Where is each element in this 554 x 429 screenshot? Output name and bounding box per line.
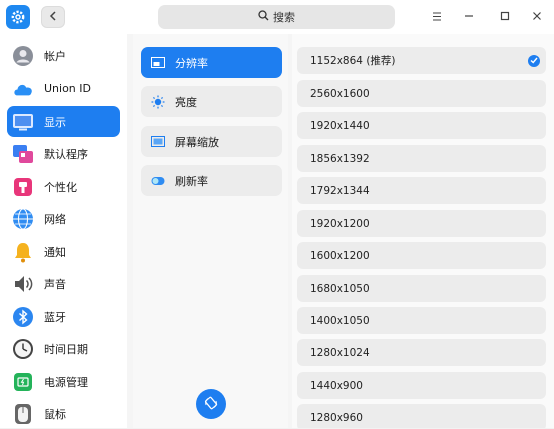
sidebar-item-label: 声音 [44,277,66,291]
bell-icon [12,241,34,263]
sidebar-item-date-time[interactable]: 时间日期 [7,333,120,364]
sidebar-item-notifications[interactable]: 通知 [7,236,120,267]
sidebar-item-personalization[interactable]: 个性化 [7,171,120,202]
tab-resolution[interactable]: 分辨率 [141,47,282,78]
sidebar-item-label: Union ID [44,82,91,95]
list-item[interactable]: 1920x1200 [297,210,546,237]
list-item[interactable]: 1856x1392 [297,145,546,172]
list-item[interactable]: 1440x900 [297,372,546,399]
list-item[interactable]: 1280x1024 [297,339,546,366]
tab-label: 刷新率 [175,174,208,188]
menu-button[interactable] [427,7,447,27]
sidebar-item-label: 鼠标 [44,407,66,421]
sidebar-item-label: 显示 [44,115,66,129]
refresh-rate-icon [151,175,165,187]
sidebar-item-label: 时间日期 [44,342,88,356]
rotate-icon [204,396,218,413]
list-item[interactable]: 1792x1344 [297,177,546,204]
title-bar: 搜索 [0,0,554,34]
resolution-label: 1680x1050 [310,282,370,295]
tab-refresh-rate[interactable]: 刷新率 [141,165,282,196]
list-item[interactable]: 1400x1050 [297,307,546,334]
bluetooth-icon [12,306,34,328]
resolution-icon [151,56,165,69]
sidebar-item-label: 电源管理 [44,375,88,389]
settings-window: 搜索 帐户 Union ID 显示 默认程序 个性化 网络 通知 声音 蓝牙 时… [0,0,554,428]
resolution-label: 1152x864 (推荐) [310,55,396,67]
resolution-label: 1920x1200 [310,217,370,230]
settings-gear-icon [6,5,30,29]
resolution-label: 1792x1344 [310,184,370,197]
tab-label: 分辨率 [175,56,208,70]
close-button[interactable] [527,7,547,27]
sidebar-item-bluetooth[interactable]: 蓝牙 [7,301,120,332]
chevron-left-icon [49,10,57,24]
tab-label: 亮度 [175,95,197,109]
tab-label: 屏幕缩放 [175,135,219,149]
resolution-label: 1600x1200 [310,249,370,262]
resolution-label: 1920x1440 [310,119,370,132]
list-item[interactable]: 1280x960 [297,404,546,428]
resolution-label: 1400x1050 [310,314,370,327]
resolution-list: 1152x864 (推荐) 2560x1600 1920x1440 1856x1… [292,34,554,428]
maximize-button[interactable] [495,7,515,27]
battery-icon [12,371,34,393]
list-item[interactable]: 1920x1440 [297,112,546,139]
tab-scaling[interactable]: 屏幕缩放 [141,126,282,157]
search-icon [258,10,269,24]
resolution-label: 1280x960 [310,411,363,424]
tab-brightness[interactable]: 亮度 [141,86,282,117]
clock-icon [12,338,34,360]
sidebar-item-label: 通知 [44,245,66,259]
sidebar-item-label: 网络 [44,212,66,226]
sidebar: 帐户 Union ID 显示 默认程序 个性化 网络 通知 声音 蓝牙 时间日期… [0,34,127,428]
resolution-label: 1280x1024 [310,346,370,359]
close-icon [532,11,542,24]
resolution-label: 2560x1600 [310,87,370,100]
sidebar-item-label: 默认程序 [44,147,88,161]
personalization-icon [12,176,34,198]
network-icon [12,208,34,230]
sidebar-item-label: 个性化 [44,180,77,194]
back-button[interactable] [41,6,65,28]
sidebar-item-default-apps[interactable]: 默认程序 [7,138,120,169]
list-item[interactable]: 1680x1050 [297,275,546,302]
sidebar-item-sound[interactable]: 声音 [7,268,120,299]
display-submenu: 分辨率 亮度 屏幕缩放 刷新率 [133,34,288,428]
mouse-icon [12,403,34,425]
list-item[interactable]: 1600x1200 [297,242,546,269]
list-item[interactable]: 2560x1600 [297,80,546,107]
checkmark-icon [528,54,540,67]
speaker-icon [12,273,34,295]
sidebar-item-label: 帐户 [44,49,66,63]
resolution-label: 1440x900 [310,379,363,392]
list-item[interactable]: 1152x864 (推荐) [297,47,546,74]
cloud-icon [12,78,34,100]
sidebar-item-union-id[interactable]: Union ID [7,73,120,104]
search-placeholder: 搜索 [273,11,295,24]
default-apps-icon [12,143,34,165]
brightness-icon [151,95,165,108]
sidebar-item-display[interactable]: 显示 [7,106,120,137]
rotate-screen-button[interactable] [196,389,226,419]
sidebar-item-power[interactable]: 电源管理 [7,366,120,397]
minimize-button[interactable] [459,7,479,27]
sidebar-item-account[interactable]: 帐户 [7,40,120,71]
search-input[interactable]: 搜索 [158,5,395,29]
account-icon [12,45,34,67]
menu-icon [432,11,442,24]
display-icon [12,111,34,133]
sidebar-item-mouse[interactable]: 鼠标 [7,398,120,429]
maximize-icon [500,11,510,24]
sidebar-item-network[interactable]: 网络 [7,203,120,234]
resolution-label: 1856x1392 [310,152,370,165]
sidebar-item-label: 蓝牙 [44,310,66,324]
minimize-icon [464,11,474,24]
scaling-icon [151,135,165,148]
